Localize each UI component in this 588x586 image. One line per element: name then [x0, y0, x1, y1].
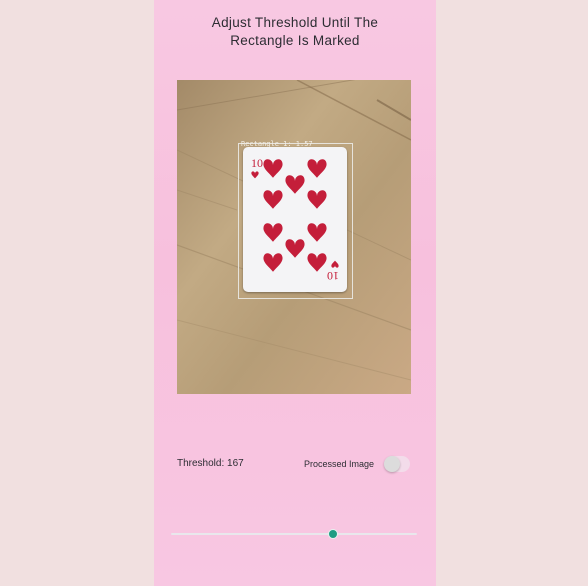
title-line-1: Adjust Threshold Until The — [211, 15, 379, 30]
heart-icon — [307, 253, 327, 272]
card-suit-icon-top — [251, 171, 259, 179]
page: Adjust Threshold Until The Rectangle Is … — [0, 0, 588, 586]
processed-image-toggle[interactable] — [384, 456, 410, 472]
heart-icon — [263, 223, 283, 242]
card-rank-top: 10 — [251, 156, 263, 170]
slider-track — [171, 533, 417, 535]
heart-icon — [263, 159, 283, 178]
slider-thumb[interactable] — [328, 529, 339, 539]
toggle-knob — [384, 456, 400, 472]
card-rank-bottom: 10 — [327, 269, 339, 283]
threshold-slider[interactable] — [171, 528, 417, 540]
title-line-2: Rectangle Is Marked — [230, 33, 360, 48]
heart-icon — [307, 159, 327, 178]
heart-icon — [285, 239, 305, 258]
heart-icon — [263, 190, 283, 209]
camera-preview: Rectangle 1: 1.57 10 10 — [177, 80, 411, 394]
heart-icon — [307, 223, 327, 242]
heart-icon — [263, 253, 283, 272]
heart-icon — [285, 175, 305, 194]
heart-icon — [307, 190, 327, 209]
phone-screen: Adjust Threshold Until The Rectangle Is … — [154, 0, 436, 586]
threshold-label: Threshold: 167 — [177, 458, 244, 469]
page-title: Adjust Threshold Until The Rectangle Is … — [154, 14, 436, 50]
card-face: 10 10 — [251, 156, 339, 283]
card-suit-icon-bottom — [331, 260, 339, 268]
controls-row: Threshold: 167 Processed Image — [154, 456, 436, 474]
playing-card-ten-of-hearts: 10 10 — [243, 147, 347, 292]
processed-image-label: Processed Image — [304, 459, 375, 469]
